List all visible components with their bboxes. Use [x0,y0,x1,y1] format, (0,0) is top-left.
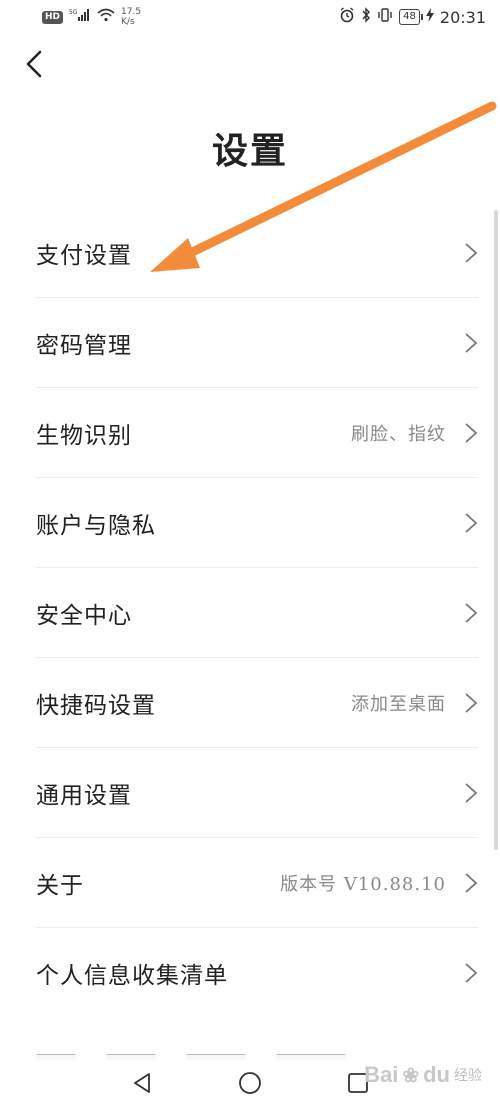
settings-list: 支付设置 密码管理 生物识别 刷脸、指纹 账户与隐私 安全中心 快捷码设置 添加… [0,208,500,1018]
status-left: HD 5G 17.5 K/s [42,7,141,27]
settings-item-security-center[interactable]: 安全中心 [36,568,478,658]
settings-screen: HD 5G 17.5 K/s 48 20:31 设置 支付设置 密码管理 生物识… [0,0,500,1111]
chevron-right-icon [464,782,478,804]
item-right [446,602,478,624]
item-label: 快捷码设置 [36,692,156,719]
chevron-right-icon [464,422,478,444]
network-speed: 17.5 K/s [121,7,141,27]
nav-back-button[interactable] [128,1069,156,1097]
settings-item-account-privacy[interactable]: 账户与隐私 [36,478,478,568]
back-button[interactable] [18,48,50,80]
cellular-signal-icon: 5G [69,8,91,26]
network-speed-value: 17.5 [121,7,142,17]
alarm-icon [339,7,355,27]
settings-item-personal-info-list[interactable]: 个人信息收集清单 [36,928,478,1018]
chevron-right-icon [464,332,478,354]
status-time: 20:31 [439,7,486,27]
item-label: 账户与隐私 [36,512,156,539]
chevron-right-icon [464,692,478,714]
page-title: 设置 [211,130,288,172]
settings-item-biometrics[interactable]: 生物识别 刷脸、指纹 [36,388,478,478]
settings-item-quick-code[interactable]: 快捷码设置 添加至桌面 [36,658,478,748]
vibrate-icon [377,7,393,27]
chevron-right-icon [464,512,478,534]
item-label: 关于 [36,872,84,899]
settings-item-general[interactable]: 通用设置 [36,748,478,838]
item-label: 密码管理 [36,332,132,359]
item-right [446,782,478,804]
baidu-watermark: Bai ❀ du 经验 [364,1062,482,1088]
item-value: 刷脸、指纹 [351,423,446,445]
item-right: 刷脸、指纹 [351,420,478,446]
item-right [446,242,478,264]
item-right [446,962,478,984]
status-bar: HD 5G 17.5 K/s 48 20:31 [0,0,500,34]
settings-item-payment[interactable]: 支付设置 [36,208,478,298]
charging-icon [425,8,434,26]
settings-item-password[interactable]: 密码管理 [36,298,478,388]
item-label: 通用设置 [36,782,132,809]
triangle-back-icon [134,1073,150,1093]
item-right: 添加至桌面 [351,690,478,716]
chevron-right-icon [464,242,478,264]
signal-label: 5G [69,9,78,16]
network-speed-unit: K/s [121,17,135,27]
battery-indicator: 48 [399,9,423,25]
item-label: 安全中心 [36,602,132,629]
item-label: 生物识别 [36,422,132,449]
paw-icon: ❀ [402,1064,420,1087]
settings-item-about[interactable]: 关于 版本号 V10.88.10 [36,838,478,928]
nav-home-button[interactable] [236,1069,264,1097]
hd-badge: HD [42,10,64,24]
wifi-icon [97,8,115,26]
chevron-right-icon [464,962,478,984]
circle-home-icon [239,1072,261,1094]
item-value: 版本号 V10.88.10 [280,873,446,895]
item-right: 版本号 V10.88.10 [280,870,478,896]
chevron-right-icon [464,602,478,624]
status-right: 48 20:31 [339,7,486,27]
item-label: 支付设置 [36,242,132,269]
watermark-brand-suffix: du [423,1062,450,1087]
bluetooth-icon [361,7,371,27]
scrollbar[interactable] [494,210,498,850]
item-right [446,512,478,534]
watermark-brand: Bai [364,1062,399,1087]
item-right [446,332,478,354]
watermark-sub: 经验 [454,1067,482,1083]
item-label: 个人信息收集清单 [36,963,228,989]
chevron-left-icon [26,50,42,78]
chevron-right-icon [464,872,478,894]
item-value: 添加至桌面 [351,693,446,715]
